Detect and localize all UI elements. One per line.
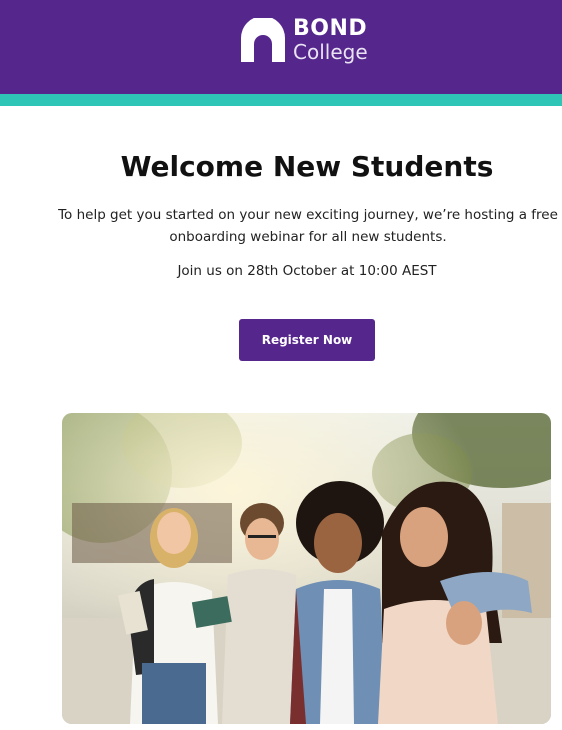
- logo-wordmark: BOND College: [293, 16, 368, 64]
- logo-line-college: College: [293, 40, 368, 64]
- register-now-button[interactable]: Register Now: [239, 319, 375, 361]
- header-bar: BOND College: [0, 0, 562, 94]
- bond-arch-icon: [241, 18, 285, 62]
- accent-stripe: [0, 94, 562, 106]
- students-illustration: [62, 413, 551, 724]
- bond-college-logo[interactable]: BOND College: [241, 18, 368, 62]
- intro-text: To help get you started on your new exci…: [58, 207, 558, 245]
- webinar-date-text: Join us on 28th October at 10:00 AEST: [177, 263, 437, 279]
- page-title: Welcome New Students: [120, 150, 494, 183]
- hero-photo-students: [62, 413, 551, 724]
- logo-line-bond: BOND: [293, 16, 368, 41]
